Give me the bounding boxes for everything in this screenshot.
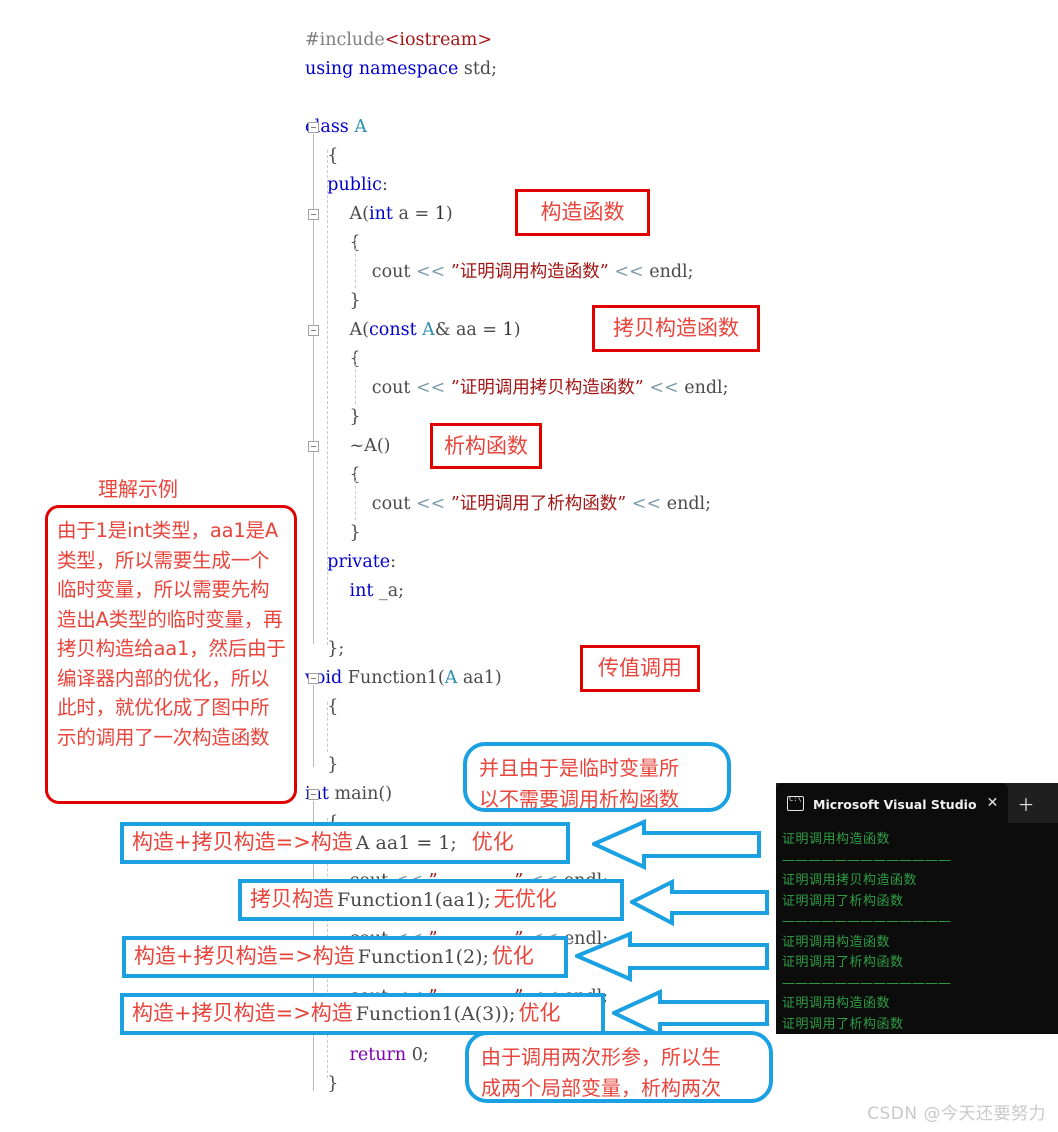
code-line[interactable]: { xyxy=(305,142,925,171)
annotation-row-function1-a3-suffix: 优化 xyxy=(518,1001,561,1026)
code-line[interactable]: private: xyxy=(305,548,925,577)
code-line[interactable]: cout << ”证明调用构造函数” << endl; xyxy=(305,258,925,287)
annotation-row-function1-aa1-code: Function1(aa1); xyxy=(337,888,491,911)
annotation-destructor: 析构函数 xyxy=(430,423,542,469)
fold-toggle-copy-ctor[interactable] xyxy=(308,325,319,336)
arrow-to-row-2 xyxy=(630,878,769,926)
annotation-row-function1-aa1: 拷贝构造 Function1(aa1); 无优化 xyxy=(238,879,624,921)
annotation-copy-constructor: 拷贝构造函数 xyxy=(592,305,760,352)
annotation-row-function1-aa1-prefix: 拷贝构造 xyxy=(250,887,334,912)
fold-toggle-class-a[interactable] xyxy=(308,122,319,133)
code-line[interactable]: cout << ”证明调用拷贝构造函数” << endl; xyxy=(305,374,925,403)
terminal-line: ————————————— xyxy=(782,975,951,991)
code-line[interactable] xyxy=(305,84,925,113)
annotation-row-function1-2: 构造+拷贝构造=>构造 Function1(2); 优化 xyxy=(122,936,568,978)
terminal-line: 证明调用构造函数 xyxy=(782,996,891,1011)
code-line[interactable]: ~A() xyxy=(305,432,925,461)
indent-guide-function1-body xyxy=(327,702,328,752)
annotation-row-function1-a3-code: Function1(A(3)); xyxy=(355,1002,516,1025)
fold-toggle-function1[interactable] xyxy=(308,673,319,684)
code-line[interactable]: #include<iostream> xyxy=(305,26,925,55)
fold-guide-dtor xyxy=(313,453,314,535)
terminal-line: ————————————— xyxy=(782,852,951,868)
callout-temp-variable-no-destructor: 并且由于是临时变量所 以不需要调用析构函数 xyxy=(463,742,731,812)
indent-guide-ctor-body xyxy=(355,238,356,288)
annotation-row-function1-2-code: Function1(2); xyxy=(357,945,489,968)
terminal-tab[interactable]: Microsoft Visual Studio 调试控制台 ✕ xyxy=(776,783,1008,823)
code-line[interactable]: class A xyxy=(305,113,925,142)
terminal-line: 证明调用构造函数 xyxy=(782,934,891,950)
close-icon[interactable]: ✕ xyxy=(986,795,999,811)
annotation-row-function1-a3-prefix: 构造+拷贝构造=>构造 xyxy=(132,1001,353,1026)
terminal-line: ————————————— xyxy=(782,914,951,929)
indent-guide-class-body xyxy=(327,150,328,645)
fold-guide-ctor xyxy=(313,221,314,303)
arrow-to-row-3 xyxy=(575,931,769,982)
explanation-title: 理解示例 xyxy=(98,477,178,501)
new-tab-icon[interactable]: ＋ xyxy=(1008,783,1044,823)
code-line[interactable]: { xyxy=(305,693,925,722)
console-icon xyxy=(787,795,804,811)
terminal-title: Microsoft Visual Studio 调试控制台 xyxy=(813,796,978,812)
annotation-constructor: 构造函数 xyxy=(515,189,650,236)
annotation-row-function1-aa1-suffix: 无优化 xyxy=(493,887,557,912)
annotation-row-aa1-suffix: 优化 xyxy=(471,830,514,855)
annotation-row-function1-a3: 构造+拷贝构造=>构造 Function1(A(3)); 优化 xyxy=(120,993,605,1035)
code-line[interactable] xyxy=(305,606,925,635)
terminal-line: 证明调用了析构函数 xyxy=(782,955,904,970)
code-line[interactable]: { xyxy=(305,461,925,490)
callout-two-params-two-destructors: 由于调用两次形参，所以生 成两个局部变量，析构两次 xyxy=(465,1031,773,1103)
annotation-row-aa1: 构造+拷贝构造=>构造 A aa1 = 1; 优化 xyxy=(120,822,570,864)
annotation-row-function1-2-suffix: 优化 xyxy=(491,944,534,969)
fold-toggle-dtor[interactable] xyxy=(308,441,319,452)
annotation-row-aa1-prefix: 构造+拷贝构造=>构造 xyxy=(132,830,353,855)
terminal-titlebar[interactable]: Microsoft Visual Studio 调试控制台 ✕ ＋ xyxy=(776,783,1058,823)
watermark: CSDN @今天还要努力 xyxy=(867,1104,1046,1124)
explanation-box: 由于1是int类型，aa1是A类型，所以需要生成一个临时变量，所以需要先构造出A… xyxy=(45,505,297,804)
fold-guide-function1 xyxy=(313,685,314,767)
annotation-pass-by-value: 传值调用 xyxy=(580,645,700,692)
terminal-window[interactable]: Microsoft Visual Studio 调试控制台 ✕ ＋ 证明调用构造… xyxy=(776,783,1058,1034)
fold-toggle-main[interactable] xyxy=(308,789,319,800)
code-line[interactable]: } xyxy=(305,519,925,548)
annotation-row-aa1-code: A aa1 = 1; xyxy=(355,831,457,854)
indent-guide-dtor-body xyxy=(355,470,356,520)
code-line[interactable]: using namespace std; xyxy=(305,55,925,84)
arrow-to-row-1 xyxy=(592,818,761,870)
terminal-line: 证明调用了析构函数 xyxy=(782,893,904,909)
code-line[interactable]: cout << ”证明调用了析构函数” << endl; xyxy=(305,490,925,519)
terminal-line: 证明调用了析构函数 xyxy=(782,1016,904,1032)
terminal-output: 证明调用构造函数 ————————————— 证明调用拷贝构造函数 证明调用了析构函数… xyxy=(776,823,1058,1034)
code-line[interactable]: int _a; xyxy=(305,577,925,606)
fold-guide-copy-ctor xyxy=(313,337,314,419)
terminal-line: 证明调用构造函数 xyxy=(782,832,891,847)
annotation-row-function1-2-prefix: 构造+拷贝构造=>构造 xyxy=(134,944,355,969)
indent-guide-copy-body xyxy=(355,354,356,404)
terminal-line: 证明调用拷贝构造函数 xyxy=(782,873,918,888)
fold-toggle-ctor[interactable] xyxy=(308,209,319,220)
code-line[interactable]: } xyxy=(305,403,925,432)
